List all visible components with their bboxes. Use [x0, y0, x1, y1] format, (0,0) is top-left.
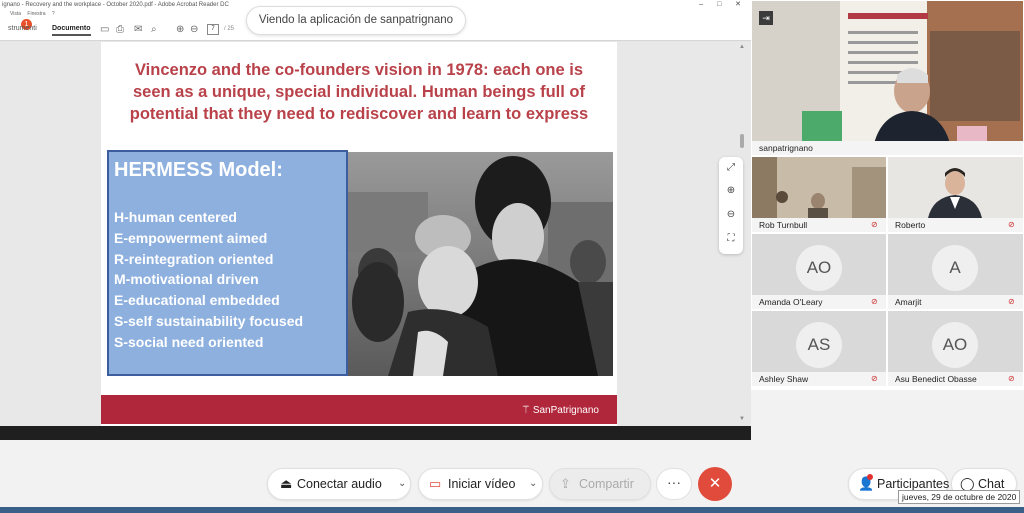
mail-icon[interactable]: ✉ — [134, 24, 142, 36]
video-panel: ⇥ sanpatrignano Rob Turnbull ⊘ Roberto ⊘… — [751, 0, 1024, 390]
sanpatrignano-logo-icon: ⚚ — [520, 404, 531, 416]
list-item: E-educational embedded — [114, 292, 280, 309]
page-total: / 25 — [224, 26, 235, 32]
leave-meeting-button[interactable]: ✕ — [698, 467, 732, 501]
main-speaker-tile[interactable]: ⇥ sanpatrignano — [752, 1, 1023, 155]
os-taskbar — [0, 507, 1024, 513]
menu-item-vista[interactable]: Vista — [10, 11, 21, 17]
viewing-banner[interactable]: Viendo la aplicación de sanpatrignano — [246, 6, 466, 35]
tab-document[interactable]: Documento — [52, 25, 91, 36]
list-item: R-reintegration oriented — [114, 250, 274, 267]
collapse-panel-icon[interactable]: ⇥ — [759, 11, 773, 25]
participant-name: sanpatrignano — [752, 141, 1023, 155]
list-item: M-motivational driven — [114, 271, 259, 288]
participant-name: Ashley Shaw — [752, 372, 886, 386]
scroll-up-icon[interactable]: ▲ — [739, 44, 745, 50]
list-item: S-self sustainability focused — [114, 312, 304, 329]
mic-muted-icon: ⊘ — [1008, 297, 1015, 306]
mic-muted-icon: ⊘ — [1008, 220, 1015, 229]
slide-title: Vincenzo and the co-founders vision in 1… — [129, 61, 589, 123]
participant-name: Amarjit — [888, 295, 1023, 309]
list-item: S-social need oriented — [114, 333, 264, 350]
list-item: E-empowerment aimed — [114, 229, 268, 246]
connect-audio-button[interactable]: ⏏ Conectar audio ⌄ — [267, 468, 411, 500]
video-off-icon: ▭ — [429, 476, 442, 491]
sanpatrignano-logo: ⚚ SanPatrignano — [521, 403, 599, 416]
avatar: AO — [796, 245, 842, 291]
scroll-thumb[interactable] — [740, 134, 744, 148]
notification-dot — [867, 474, 873, 480]
footer-brand: SanPatrignano — [532, 405, 599, 416]
chevron-down-icon[interactable]: ⌄ — [529, 469, 537, 499]
mic-muted-icon: ⊘ — [1008, 374, 1015, 383]
more-options-button[interactable]: ··· — [656, 468, 692, 500]
presentation-slide: Vincenzo and the co-founders vision in 1… — [101, 42, 617, 426]
participant-tile-rob-turnbull[interactable]: Rob Turnbull ⊘ — [752, 157, 886, 232]
participant-name: Amanda O'Leary — [752, 295, 886, 309]
page-number-input[interactable]: 7 — [207, 24, 219, 35]
fullscreen-icon[interactable]: ⛶ — [719, 233, 743, 244]
hermess-model-box: HERMESS Model: H-human centered E-empowe… — [107, 150, 348, 376]
shared-screen: ignano - Recovery and the workplace - Oc… — [0, 0, 751, 440]
mic-muted-icon: ⊘ — [871, 374, 878, 383]
date-tooltip: jueves, 29 de octubre de 2020 — [898, 490, 1021, 504]
participant-name: Asu Benedict Obasse — [888, 372, 1023, 386]
mic-muted-icon: ⊘ — [871, 220, 878, 229]
window-title: ignano - Recovery and the workplace - Oc… — [2, 2, 229, 8]
zoom-out-icon[interactable]: ⊖ — [719, 209, 743, 220]
participants-icon: 👤 — [858, 476, 875, 491]
view-controls: ⤢ ⊕ ⊖ ⛶ — [719, 157, 743, 254]
participant-name: Rob Turnbull — [752, 218, 886, 232]
search-icon[interactable]: ⌕ — [151, 24, 157, 36]
zoom-in-icon[interactable]: ⊕ — [719, 185, 743, 196]
menu-item-finestra[interactable]: Finestra — [27, 11, 45, 17]
participant-tile-amarjit[interactable]: A Amarjit ⊘ — [888, 234, 1023, 309]
participant-tile-ashley-shaw[interactable]: AS Ashley Shaw ⊘ — [752, 311, 886, 386]
chevron-down-icon[interactable]: ⌄ — [398, 469, 406, 499]
scroll-down-icon[interactable]: ▼ — [739, 416, 745, 422]
print-icon[interactable]: ⎙ — [116, 24, 124, 36]
slide-footer: ⚚ SanPatrignano — [101, 395, 617, 424]
tab-tools[interactable]: strumenti — [8, 25, 37, 32]
hermess-list: H-human centered E-empowerment aimed R-r… — [114, 207, 303, 353]
share-icon: ⇪ — [560, 476, 571, 491]
menu-item-help[interactable]: ? — [52, 11, 55, 17]
audio-icon: ⏏ — [280, 476, 293, 491]
list-item: H-human centered — [114, 209, 237, 225]
participant-tile-asu-benedict-obasse[interactable]: AO Asu Benedict Obasse ⊘ — [888, 311, 1023, 386]
avatar: AO — [932, 322, 978, 368]
meeting-control-bar: ⏏ Conectar audio ⌄ ▭ Iniciar vídeo ⌄ ⇪ C… — [0, 440, 1024, 513]
page-up-icon[interactable]: ⊕ — [176, 24, 184, 36]
start-video-label: Iniciar vídeo — [448, 477, 516, 491]
participant-name: Roberto — [888, 218, 1023, 232]
fit-icon[interactable]: ⤢ — [719, 162, 743, 173]
hermess-title: HERMESS Model: — [114, 159, 283, 181]
start-video-button[interactable]: ▭ Iniciar vídeo ⌄ — [418, 468, 543, 500]
share-label: Compartir — [579, 477, 634, 491]
avatar: A — [932, 245, 978, 291]
embrace-photo — [348, 152, 613, 376]
share-bottom-strip — [0, 426, 751, 440]
participant-tile-amanda-oleary[interactable]: AO Amanda O'Leary ⊘ — [752, 234, 886, 309]
participant-tile-roberto[interactable]: Roberto ⊘ — [888, 157, 1023, 232]
connect-audio-label: Conectar audio — [297, 477, 382, 491]
upload-icon[interactable]: ▭ — [100, 24, 109, 36]
mic-muted-icon: ⊘ — [871, 297, 878, 306]
share-button[interactable]: ⇪ Compartir — [549, 468, 651, 500]
page-down-icon[interactable]: ⊖ — [190, 24, 198, 36]
avatar: AS — [796, 322, 842, 368]
window-controls[interactable]: – □ ✕ — [699, 0, 747, 10]
